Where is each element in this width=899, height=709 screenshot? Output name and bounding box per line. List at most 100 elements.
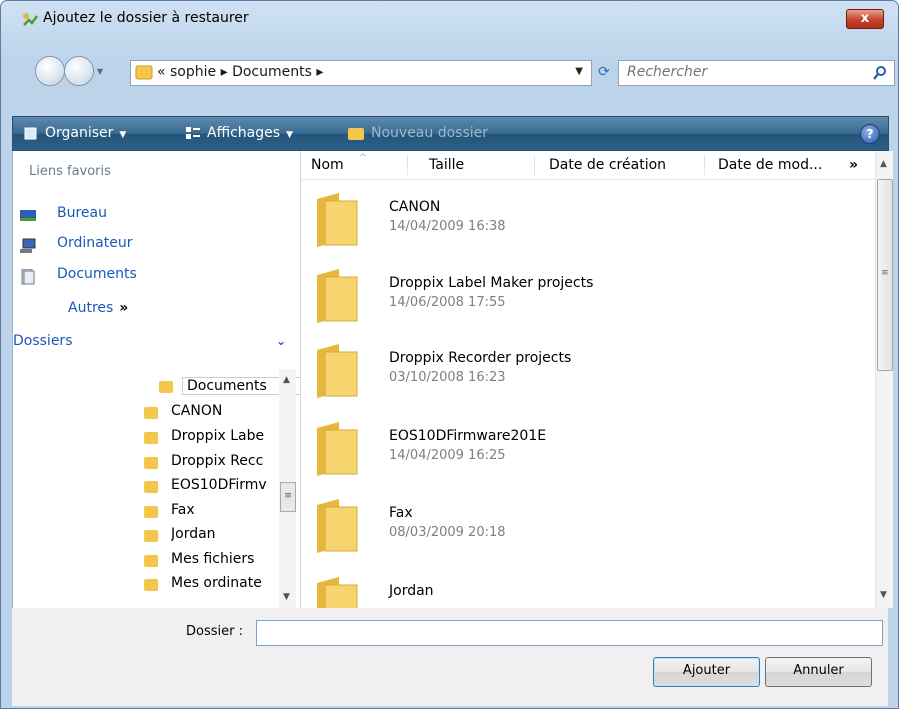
- file-name: CANON: [389, 199, 441, 215]
- folder-icon: [135, 65, 153, 80]
- folder-icon: [144, 506, 158, 518]
- tree-item-label: Fax: [171, 502, 195, 518]
- file-date: 14/04/2009 16:25: [389, 448, 506, 463]
- favorite-label: Bureau: [57, 205, 107, 221]
- file-list-pane: Nom ^ Taille Date de création Date de mod…: [300, 151, 893, 608]
- scroll-down-icon[interactable]: ▼: [880, 590, 887, 600]
- tree-item-label: EOS10DFirmv: [171, 477, 267, 493]
- address-path[interactable]: « sophie ▸ Documents ▸: [157, 64, 323, 80]
- views-icon: [186, 127, 200, 139]
- help-icon[interactable]: ?: [860, 124, 880, 144]
- cancel-button[interactable]: Annuler: [765, 657, 872, 687]
- tree-scrollbar[interactable]: ▲ ≡ ▼: [279, 369, 296, 608]
- column-name[interactable]: Nom ^: [311, 153, 367, 173]
- folder-icon: [144, 555, 158, 567]
- new-folder-icon: [348, 128, 364, 140]
- file-name: EOS10DFirmware201E: [389, 428, 547, 444]
- folder-icon: [144, 579, 158, 591]
- desktop-icon: [20, 210, 36, 221]
- scroll-down-icon[interactable]: ▼: [283, 592, 290, 602]
- history-dropdown-icon[interactable]: ▼: [97, 67, 103, 76]
- folder-icon: [317, 269, 358, 323]
- column-divider[interactable]: [534, 155, 535, 175]
- file-row[interactable]: EOS10DFirmware201E 14/04/2009 16:25: [301, 414, 875, 484]
- search-icon[interactable]: [872, 65, 888, 81]
- favorite-item-documents[interactable]: Documents: [13, 264, 300, 290]
- more-columns-button[interactable]: »: [849, 157, 858, 173]
- file-name: Droppix Recorder projects: [389, 350, 572, 366]
- file-date: 14/04/2009 16:38: [389, 219, 506, 234]
- column-label: Nom: [311, 157, 344, 173]
- folder-name-input[interactable]: [256, 620, 883, 646]
- close-button[interactable]: x: [846, 9, 884, 29]
- dialog-window: Ajoutez le dossier à restaurer x ▼ « sop…: [0, 0, 899, 709]
- title-bar: Ajoutez le dossier à restaurer x: [1, 1, 898, 31]
- column-divider[interactable]: [407, 155, 408, 175]
- favorite-item-bureau[interactable]: Bureau: [13, 203, 300, 229]
- search-box[interactable]: [618, 60, 895, 86]
- tree-item-label: Droppix Recc: [171, 453, 264, 469]
- chevron-down-icon: ▼: [286, 130, 293, 140]
- file-row[interactable]: Jordan: [301, 569, 875, 608]
- file-row[interactable]: Droppix Label Maker projects 14/06/2008 …: [301, 261, 875, 331]
- column-created[interactable]: Date de création: [549, 157, 666, 173]
- new-folder-label: Nouveau dossier: [371, 125, 489, 141]
- tree-item-label: Droppix Labe: [171, 428, 265, 444]
- favorite-label: Documents: [57, 266, 137, 282]
- tree-item-label: CANON: [171, 403, 223, 419]
- chevron-down-icon: ▼: [119, 130, 127, 140]
- search-input[interactable]: [619, 61, 875, 83]
- favorite-label: Ordinateur: [57, 235, 133, 251]
- scroll-thumb[interactable]: ≡: [280, 482, 296, 512]
- more-favorites-link[interactable]: Autres »: [68, 300, 128, 316]
- forward-button[interactable]: [64, 56, 94, 86]
- more-label: Autres: [68, 300, 114, 316]
- file-row[interactable]: Fax 08/03/2009 20:18: [301, 491, 875, 561]
- organize-icon: [24, 127, 37, 140]
- sort-arrow-icon: ^: [359, 153, 367, 163]
- navigation-pane: Liens favoris Bureau Ordinateur Document…: [12, 151, 312, 608]
- folders-section-title[interactable]: Dossiers: [13, 333, 73, 349]
- window-title: Ajoutez le dossier à restaurer: [43, 10, 249, 26]
- folder-icon: [317, 193, 358, 247]
- column-header: Nom ^ Taille Date de création Date de mod…: [301, 151, 875, 180]
- column-size[interactable]: Taille: [429, 157, 464, 173]
- organize-menu[interactable]: Organiser ▼: [23, 125, 126, 141]
- file-name: Fax: [389, 505, 413, 521]
- documents-icon: [21, 269, 35, 285]
- scroll-thumb[interactable]: ≡: [877, 179, 893, 371]
- add-button[interactable]: Ajouter: [653, 657, 760, 687]
- back-button[interactable]: [35, 56, 65, 86]
- dialog-footer: Dossier : Ajouter Annuler: [12, 608, 888, 706]
- address-dropdown-icon[interactable]: ▼: [575, 66, 583, 77]
- views-menu[interactable]: Affichages ▼: [185, 125, 293, 141]
- folder-icon: [317, 499, 358, 553]
- folder-icon: [317, 344, 358, 398]
- file-row[interactable]: Droppix Recorder projects 03/10/2008 16:…: [301, 336, 875, 406]
- organize-label: Organiser: [45, 125, 114, 141]
- file-date: 03/10/2008 16:23: [389, 370, 506, 385]
- tree-item-label: Mes fichiers: [171, 551, 255, 567]
- chevron-down-icon[interactable]: ⌄: [276, 334, 286, 348]
- file-list-scrollbar[interactable]: ▲ ≡ ▼: [875, 151, 893, 608]
- address-bar[interactable]: « sophie ▸ Documents ▸ ▼: [130, 60, 592, 86]
- scroll-up-icon[interactable]: ▲: [283, 375, 290, 385]
- folder-icon: [144, 432, 158, 444]
- scroll-up-icon[interactable]: ▲: [880, 159, 887, 169]
- folder-icon: [317, 577, 358, 608]
- column-divider[interactable]: [704, 155, 705, 175]
- folder-icon: [144, 481, 158, 493]
- computer-icon: [20, 238, 36, 253]
- restore-folder-icon: [23, 13, 38, 26]
- command-toolbar: Organiser ▼ Affichages ▼ Nouveau dossier ?: [12, 116, 889, 151]
- refresh-icon[interactable]: ⟳: [592, 60, 616, 84]
- tree-item-label: Mes ordinate: [171, 575, 262, 591]
- file-row[interactable]: CANON 14/04/2009 16:38: [301, 185, 875, 255]
- folder-icon: [144, 457, 158, 469]
- views-label: Affichages: [207, 125, 281, 141]
- favorite-item-ordinateur[interactable]: Ordinateur: [13, 233, 300, 259]
- new-folder-button[interactable]: Nouveau dossier: [347, 125, 488, 141]
- grip-icon: ≡: [881, 268, 889, 278]
- column-modified[interactable]: Date de mod...: [718, 157, 822, 173]
- favorites-title: Liens favoris: [29, 164, 111, 179]
